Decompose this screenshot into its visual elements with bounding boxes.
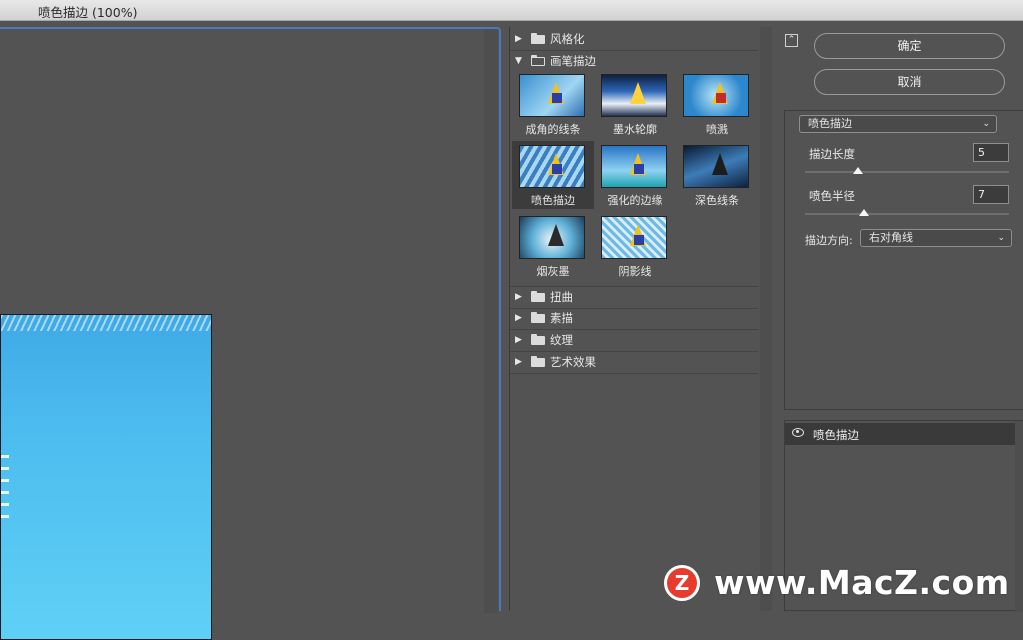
stroke-direction-label: 描边方向: — [805, 234, 853, 247]
spray-radius-input[interactable]: 7 — [973, 185, 1009, 204]
filter-type-select[interactable]: 喷色描边 ⌄ — [799, 115, 997, 133]
thumb-image — [601, 216, 667, 259]
filter-thumb-accented-edges[interactable]: 强化的边缘 — [594, 141, 676, 209]
select-value: 喷色描边 — [808, 117, 852, 130]
sail-graphic — [716, 93, 726, 103]
filter-thumb-sprayed-strokes[interactable]: 喷色描边 — [512, 141, 594, 209]
thumb-image — [683, 145, 749, 188]
thumb-image — [683, 74, 749, 117]
folder-icon — [531, 291, 545, 302]
browser-scrollbar[interactable] — [760, 27, 772, 611]
chevron-down-icon: ⌄ — [982, 119, 990, 129]
thumb-image — [601, 145, 667, 188]
watermark-text: www.MacZ.com — [714, 563, 1010, 602]
preview-scrollbar[interactable] — [484, 29, 498, 613]
thumb-label: 墨水轮廓 — [613, 123, 657, 136]
stroke-direction-select[interactable]: 右对角线 ⌄ — [860, 229, 1012, 247]
thumb-image — [519, 145, 585, 188]
open-folder-icon — [531, 55, 545, 66]
window-titlebar: 喷色描边 (100%) — [0, 0, 1023, 21]
thumb-label: 强化的边缘 — [607, 194, 663, 207]
folder-icon — [531, 356, 545, 367]
expand-triangle-icon[interactable]: ▶ — [515, 352, 522, 373]
filter-thumb-angled-strokes[interactable]: 成角的线条 — [512, 70, 594, 138]
category-label: 风格化 — [550, 32, 585, 46]
category-brush-strokes[interactable]: ▼ 画笔描边 — [510, 51, 758, 72]
collapse-triangle-icon[interactable]: ▼ — [515, 51, 522, 72]
filter-settings-panel: ⌃ 确定 取消 喷色描边 ⌄ 描边长度 5 喷色半径 7 描边方向: 右对角线 … — [778, 27, 1023, 612]
spray-stroke-texture — [1, 315, 211, 331]
ok-button[interactable]: 确定 — [814, 33, 1005, 59]
sail-graphic — [634, 235, 644, 245]
spray-radius-label: 喷色半径 — [809, 189, 855, 203]
folder-icon — [531, 312, 545, 323]
filter-gallery-browser: ▶ 风格化 ▼ 画笔描边 成角的线条 墨水轮廓 喷溅 喷色描边 强化的边缘 深色… — [509, 27, 772, 611]
sail-graphic — [552, 164, 562, 174]
preview-image[interactable] — [0, 314, 212, 640]
preview-area[interactable] — [0, 27, 501, 640]
collapse-gallery-icon[interactable]: ⌃ — [785, 34, 798, 47]
spray-radius-slider-knob[interactable] — [859, 209, 869, 216]
sail-graphic — [552, 93, 562, 103]
stroke-length-input[interactable]: 5 — [973, 143, 1009, 162]
spray-radius-slider[interactable] — [805, 213, 1009, 215]
sail-graphic — [634, 164, 644, 174]
thumb-label: 烟灰墨 — [536, 265, 570, 278]
thumb-label: 喷溅 — [706, 123, 728, 136]
category-stylize[interactable]: ▶ 风格化 — [510, 29, 758, 51]
filter-thumb-dark-strokes[interactable]: 深色线条 — [676, 141, 758, 209]
spray-stroke-marks — [1, 455, 9, 525]
thumb-image — [601, 74, 667, 117]
select-value: 右对角线 — [869, 231, 913, 244]
category-artistic[interactable]: ▶ 艺术效果 — [510, 352, 758, 374]
sail-graphic — [548, 224, 564, 246]
thumb-image — [519, 216, 585, 259]
category-label: 艺术效果 — [550, 355, 596, 369]
effect-layer-name: 喷色描边 — [813, 428, 859, 442]
layers-scrollbar[interactable] — [1015, 421, 1023, 612]
expand-triangle-icon[interactable]: ▶ — [515, 308, 522, 329]
folder-icon — [531, 33, 545, 44]
macz-logo-icon: Z — [664, 565, 700, 601]
stroke-length-slider[interactable] — [805, 171, 1009, 173]
stroke-length-slider-knob[interactable] — [853, 167, 863, 174]
thumb-label: 喷色描边 — [531, 194, 575, 207]
thumb-label: 深色线条 — [695, 194, 739, 207]
sail-graphic — [712, 153, 728, 175]
thumb-image — [519, 74, 585, 117]
category-label: 纹理 — [550, 333, 573, 347]
category-distort[interactable]: ▶ 扭曲 — [510, 286, 758, 309]
filter-thumb-spatter[interactable]: 喷溅 — [676, 70, 758, 138]
thumb-label: 阴影线 — [618, 265, 652, 278]
category-label: 扭曲 — [550, 290, 573, 304]
filter-thumb-sumi-e[interactable]: 烟灰墨 — [512, 212, 594, 280]
thumb-label: 成角的线条 — [525, 123, 581, 136]
filter-options-panel: 喷色描边 ⌄ 描边长度 5 喷色半径 7 描边方向: 右对角线 ⌄ — [784, 110, 1023, 410]
category-texture[interactable]: ▶ 纹理 — [510, 330, 758, 352]
expand-triangle-icon[interactable]: ▶ — [515, 287, 522, 308]
stroke-length-label: 描边长度 — [809, 147, 855, 161]
category-label: 素描 — [550, 311, 573, 325]
window-title: 喷色描边 (100%) — [38, 5, 138, 20]
eye-icon[interactable] — [792, 428, 804, 437]
category-label: 画笔描边 — [550, 54, 596, 68]
chevron-down-icon: ⌄ — [997, 233, 1005, 243]
filter-thumb-crosshatch[interactable]: 阴影线 — [594, 212, 676, 280]
folder-icon — [531, 334, 545, 345]
effect-layer-row[interactable]: 喷色描边 — [785, 423, 1015, 445]
cancel-button[interactable]: 取消 — [814, 69, 1005, 95]
expand-triangle-icon[interactable]: ▶ — [515, 330, 522, 351]
category-sketch[interactable]: ▶ 素描 — [510, 308, 758, 330]
filter-thumb-ink-outlines[interactable]: 墨水轮廓 — [594, 70, 676, 138]
sail-graphic — [630, 82, 646, 104]
layer-divider — [785, 445, 1015, 446]
expand-triangle-icon[interactable]: ▶ — [515, 29, 522, 50]
